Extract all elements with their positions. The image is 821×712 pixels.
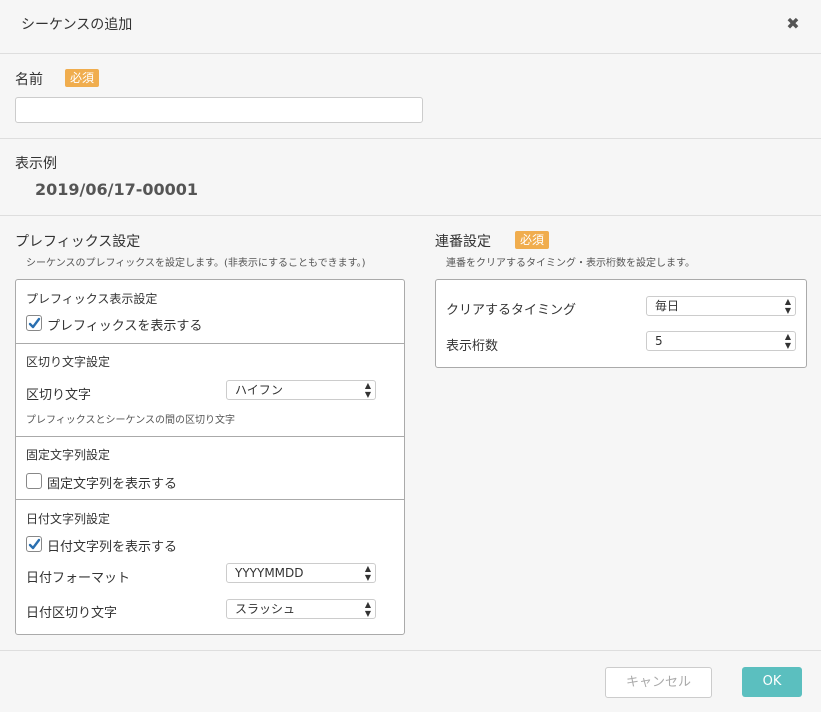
date-string-title: 日付文字列設定: [26, 512, 111, 526]
serial-settings-description: 連番をクリアするタイミング・表示桁数を設定します。: [446, 258, 695, 269]
select-arrows-icon: ▲ ▼: [784, 332, 791, 350]
separator-select-value: ハイフン: [235, 383, 284, 397]
prefix-display-checkbox-label[interactable]: プレフィックスを表示する: [47, 315, 202, 334]
separator-select[interactable]: ハイフン ▲ ▼: [226, 380, 376, 400]
clear-timing-select[interactable]: 毎日 ▲ ▼: [646, 296, 796, 316]
digits-select-value: 5: [655, 334, 663, 348]
date-format-label: 日付フォーマット: [26, 571, 131, 586]
dialog-title: シーケンスの追加: [21, 17, 133, 33]
name-section: 名前 必須: [0, 54, 821, 139]
prefix-settings-panel: プレフィックス表示設定 プレフィックスを表示する 区切り文字設定 区切り文字 ハ…: [15, 279, 405, 635]
dialog-header: シーケンスの追加 ✖: [0, 0, 821, 54]
serial-settings-panel: クリアするタイミング 毎日 ▲ ▼ 表示桁数 5 ▲ ▼: [435, 279, 807, 368]
fixed-string-checkbox[interactable]: [26, 473, 42, 489]
date-separator-select-value: スラッシュ: [235, 602, 296, 616]
select-arrows-icon: ▲ ▼: [784, 297, 791, 315]
required-badge: 必須: [65, 69, 100, 87]
example-section: 表示例 2019/06/17-00001: [0, 139, 821, 216]
separator-hint: プレフィックスとシーケンスの間の区切り文字: [26, 415, 235, 426]
close-icon[interactable]: ✖: [785, 14, 801, 34]
select-arrows-icon: ▲ ▼: [364, 600, 371, 618]
separator-label: 区切り文字: [26, 388, 92, 403]
date-format-select-value: YYYYMMDD: [235, 566, 304, 580]
date-format-select[interactable]: YYYYMMDD ▲ ▼: [226, 563, 376, 583]
separator-group: 区切り文字設定 区切り文字 ハイフン ▲ ▼ プレフィックスとシーケンスの間の区切…: [16, 343, 404, 436]
dialog-footer: キャンセル OK: [0, 650, 821, 712]
serial-required-badge: 必須: [515, 231, 550, 249]
select-arrows-icon: ▲ ▼: [364, 381, 371, 399]
serial-settings-heading: 連番設定: [435, 234, 491, 250]
select-arrows-icon: ▲ ▼: [364, 564, 371, 582]
date-separator-select[interactable]: スラッシュ ▲ ▼: [226, 599, 376, 619]
clear-timing-select-value: 毎日: [655, 299, 680, 313]
clear-timing-label: クリアするタイミング: [446, 303, 577, 318]
checkmark-icon: [28, 317, 41, 329]
prefix-display-title: プレフィックス表示設定: [26, 292, 158, 306]
prefix-settings-heading: プレフィックス設定: [15, 234, 141, 250]
prefix-display-group: プレフィックス表示設定 プレフィックスを表示する: [16, 280, 404, 343]
checkmark-icon: [28, 538, 41, 550]
separator-group-title: 区切り文字設定: [26, 355, 111, 369]
example-value: 2019/06/17-00001: [35, 180, 199, 199]
cancel-button[interactable]: キャンセル: [605, 667, 712, 698]
ok-button[interactable]: OK: [742, 667, 802, 697]
prefix-display-checkbox[interactable]: [26, 315, 42, 331]
fixed-string-title: 固定文字列設定: [26, 448, 111, 462]
date-string-checkbox[interactable]: [26, 536, 42, 552]
date-string-checkbox-label[interactable]: 日付文字列を表示する: [47, 536, 177, 555]
example-label: 表示例: [15, 156, 57, 172]
date-separator-label: 日付区切り文字: [26, 606, 118, 621]
digits-select[interactable]: 5 ▲ ▼: [646, 331, 796, 351]
fixed-string-group: 固定文字列設定 固定文字列を表示する: [16, 436, 404, 499]
name-label: 名前: [15, 72, 43, 88]
prefix-settings-description: シーケンスのプレフィックスを設定します。(非表示にすることもできます。): [26, 258, 366, 269]
digits-label: 表示桁数: [446, 339, 499, 354]
name-input[interactable]: [15, 97, 423, 123]
fixed-string-checkbox-label[interactable]: 固定文字列を表示する: [47, 473, 177, 492]
date-string-group: 日付文字列設定 日付文字列を表示する 日付フォーマット YYYYMMDD ▲ ▼ …: [16, 499, 404, 634]
